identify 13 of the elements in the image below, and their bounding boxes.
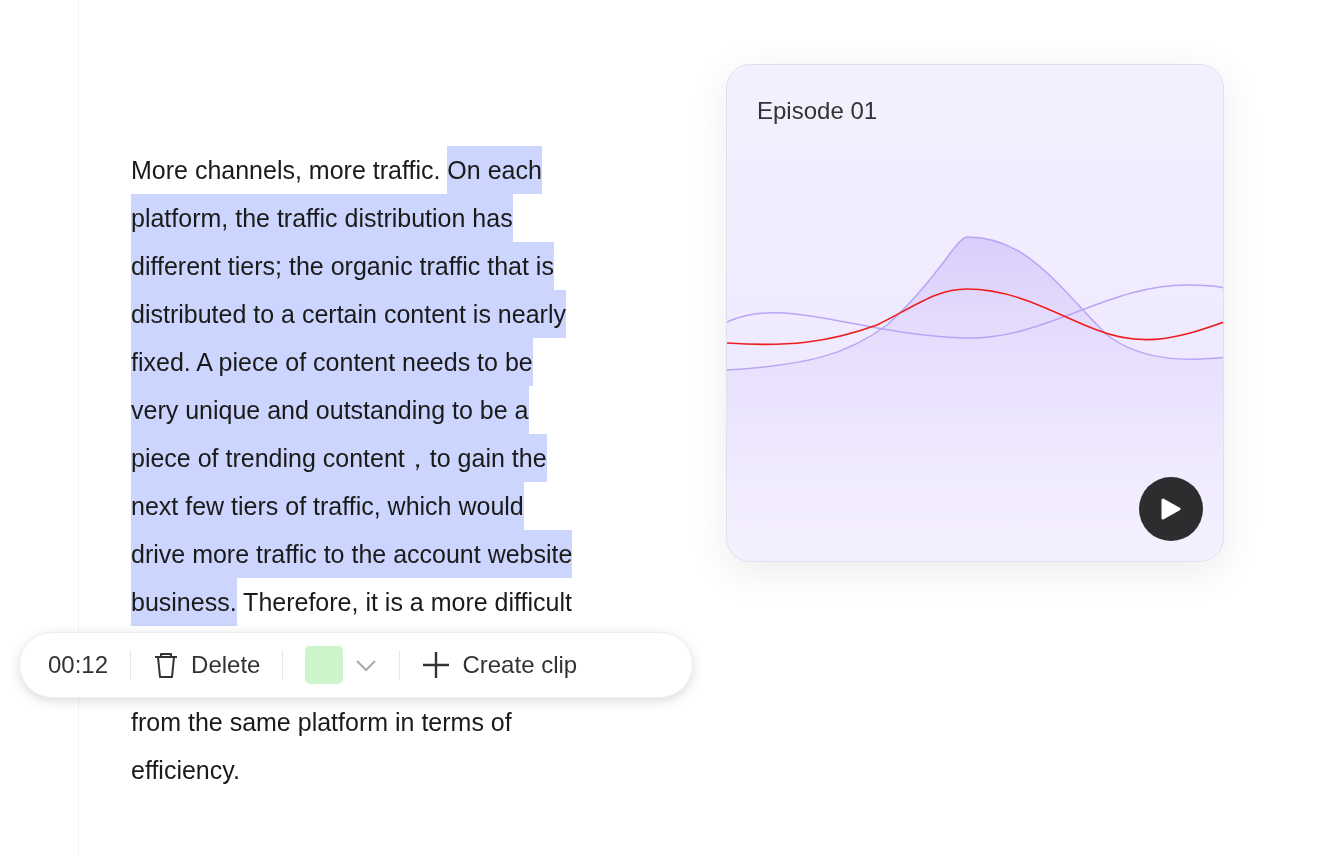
paragraph-line: business. Therefore, it is a more difficult: [131, 578, 679, 626]
highlight-color-picker[interactable]: [305, 646, 378, 684]
paragraph-text: efficiency.: [131, 755, 241, 786]
trash-icon: [153, 651, 180, 679]
plus-icon: [422, 651, 451, 679]
chevron-down-icon: [355, 658, 378, 672]
create-clip-button[interactable]: Create clip: [422, 647, 578, 683]
delete-button[interactable]: Delete: [153, 647, 261, 683]
timestamp: 00:12: [48, 650, 109, 680]
paragraph-text: from the same platform in terms of: [131, 707, 513, 738]
paragraph-line: More channels, more traffic. On each: [131, 146, 679, 194]
episode-title: Episode 01: [757, 96, 878, 126]
play-icon: [1160, 498, 1182, 520]
